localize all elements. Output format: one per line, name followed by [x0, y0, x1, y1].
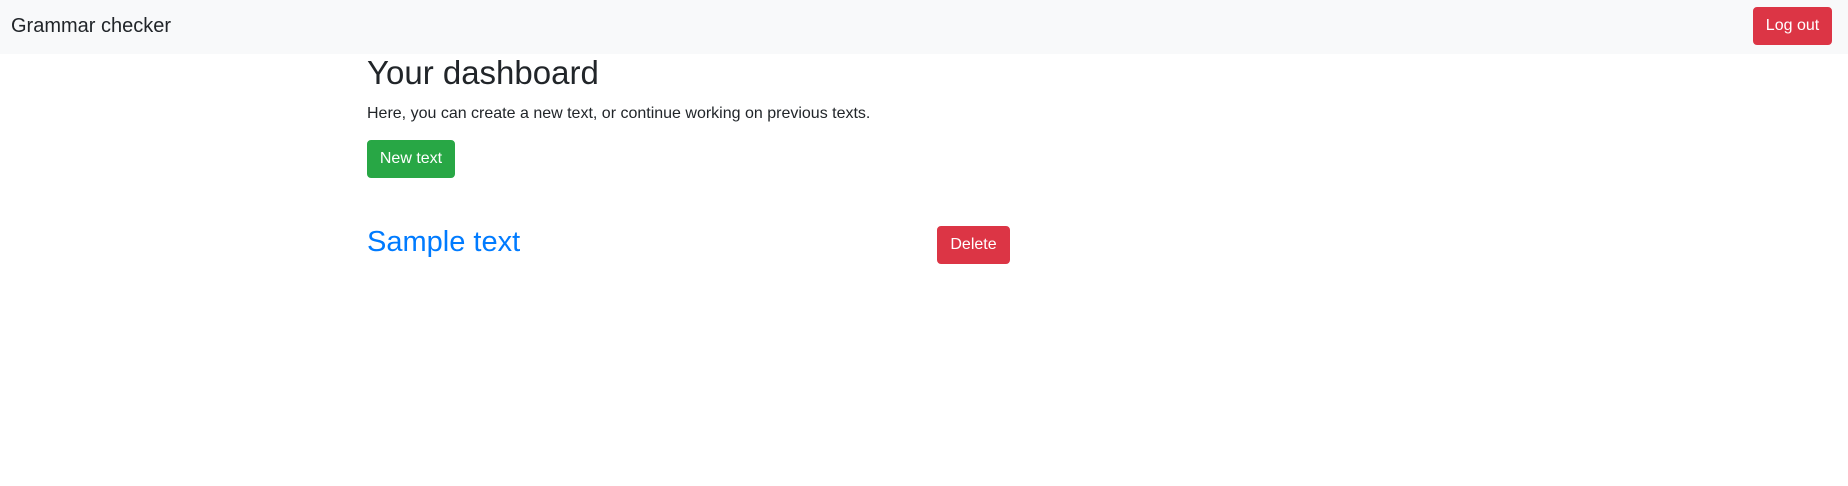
delete-text-button[interactable]: Delete — [937, 226, 1010, 264]
text-title-link[interactable]: Sample text — [367, 224, 520, 260]
logout-button[interactable]: Log out — [1753, 7, 1832, 45]
app-brand-link[interactable]: Grammar checker — [11, 13, 171, 39]
new-text-button[interactable]: New text — [367, 140, 455, 178]
page-title: Your dashboard — [367, 54, 599, 91]
top-navbar: Grammar checker Log out — [0, 0, 1848, 54]
dashboard-description: Here, you can create a new text, or cont… — [367, 105, 871, 122]
text-list-item: Sample text Delete — [367, 224, 1010, 264]
